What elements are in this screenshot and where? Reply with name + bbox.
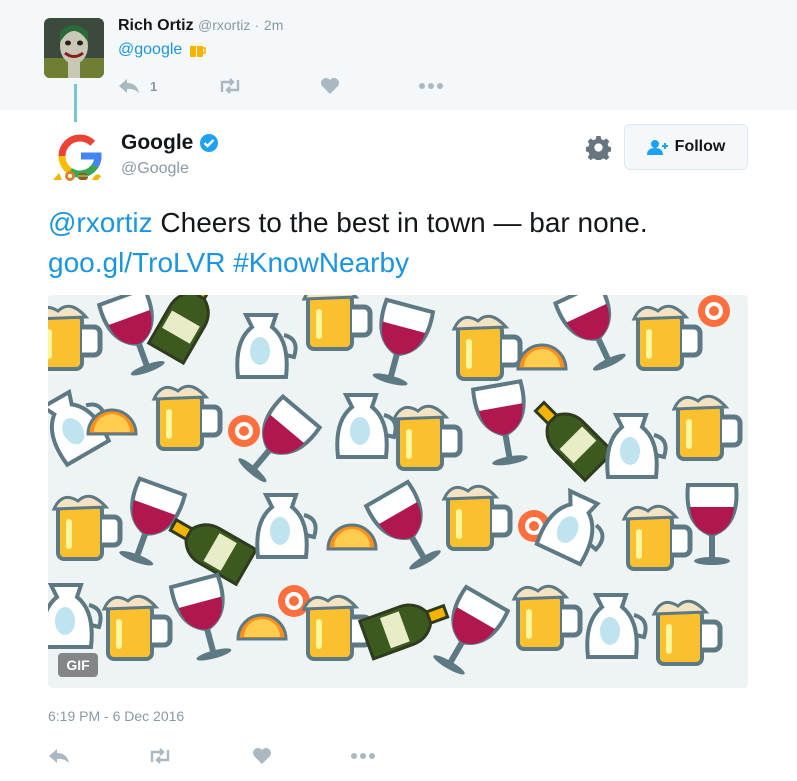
reply-count: 1 bbox=[150, 78, 158, 94]
reply-author-handle[interactable]: @rxortiz bbox=[198, 17, 250, 33]
avatar-image bbox=[44, 18, 104, 78]
tweet-media-gif[interactable] bbox=[48, 295, 748, 688]
reply-text: @google bbox=[118, 40, 208, 60]
reply-time[interactable]: 2m bbox=[264, 17, 283, 33]
food-emoji-icon bbox=[53, 171, 101, 181]
drinks-illustration bbox=[48, 295, 748, 688]
more-icon bbox=[351, 753, 375, 759]
retweet-button[interactable] bbox=[148, 746, 172, 766]
more-button[interactable] bbox=[418, 76, 444, 96]
retweet-button[interactable] bbox=[218, 76, 242, 96]
avatar[interactable] bbox=[44, 18, 104, 78]
verified-badge-icon bbox=[200, 134, 219, 152]
reply-icon bbox=[119, 79, 139, 93]
reply-tweet[interactable]: Rich Ortiz @rxortiz · 2m @google 1 bbox=[0, 0, 797, 110]
tweet-author-handle[interactable]: @Google bbox=[121, 160, 189, 178]
tweet-author-name[interactable]: Google bbox=[121, 131, 193, 155]
url-link[interactable]: goo.gl/TroLVR bbox=[48, 247, 225, 278]
hashtag-link[interactable]: #KnowNearby bbox=[233, 247, 409, 278]
reply-button[interactable]: 1 bbox=[118, 76, 157, 96]
reply-button[interactable] bbox=[48, 746, 70, 766]
mention-link[interactable]: @rxortiz bbox=[48, 207, 153, 238]
add-user-icon bbox=[646, 140, 668, 155]
gif-badge: GIF bbox=[58, 653, 98, 677]
food-emoji-row bbox=[52, 170, 108, 182]
like-button[interactable] bbox=[252, 746, 272, 766]
reply-mention-link[interactable]: @google bbox=[118, 41, 182, 59]
thread-connector bbox=[74, 84, 77, 122]
beer-mug-icon bbox=[190, 43, 207, 57]
tweet-author[interactable]: Google bbox=[121, 131, 219, 155]
retweet-icon bbox=[220, 78, 240, 94]
heart-icon bbox=[321, 78, 339, 94]
gear-icon[interactable] bbox=[586, 135, 611, 160]
reply-author-name[interactable]: Rich Ortiz bbox=[118, 17, 194, 34]
like-button[interactable] bbox=[320, 76, 340, 96]
reply-header: Rich Ortiz @rxortiz · 2m bbox=[118, 17, 283, 35]
reply-icon bbox=[49, 749, 69, 763]
separator: · bbox=[254, 17, 260, 33]
heart-icon bbox=[253, 748, 271, 764]
tweet-body-text: Cheers to the best in town — bar none. bbox=[152, 207, 648, 238]
more-icon bbox=[419, 83, 443, 89]
more-button[interactable] bbox=[350, 746, 376, 766]
tweet-timestamp[interactable]: 6:19 PM - 6 Dec 2016 bbox=[48, 708, 184, 724]
tweet-text: @rxortiz Cheers to the best in town — ba… bbox=[48, 203, 748, 283]
retweet-icon bbox=[150, 748, 170, 764]
follow-label: Follow bbox=[674, 138, 726, 155]
follow-button[interactable]: Follow bbox=[624, 124, 748, 170]
